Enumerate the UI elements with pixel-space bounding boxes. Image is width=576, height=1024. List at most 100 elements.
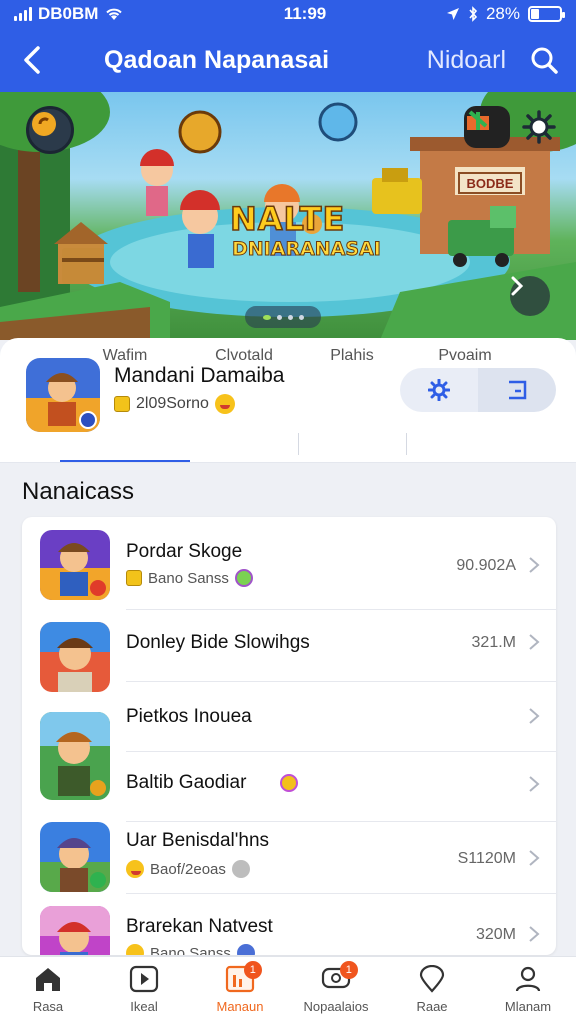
app-meta-text: 2l09Sorno xyxy=(136,395,209,412)
nav-location[interactable]: Raae xyxy=(384,957,480,1024)
banner-settings-button[interactable] xyxy=(522,110,562,150)
banner-subtitle: DNIARANASAI xyxy=(232,238,382,261)
tab-label: Pvoaim xyxy=(438,347,492,364)
carrier-label: DB0BM xyxy=(38,4,99,23)
nav-profile[interactable]: Mlanam xyxy=(480,957,576,1024)
nav-label: Manaun xyxy=(216,999,264,1014)
game-subtitle: Bano Sanss xyxy=(126,944,255,955)
badge-icon xyxy=(280,774,298,792)
list-item[interactable]: Pordar Skoge Bano Sanss 90.902A xyxy=(22,517,556,610)
header-action-link[interactable]: Nidoarl xyxy=(427,46,506,75)
chevron-right-icon xyxy=(529,634,540,650)
divider xyxy=(126,751,556,752)
nav-label: Nopaalaios xyxy=(303,999,369,1014)
search-button[interactable] xyxy=(518,34,570,86)
game-icon xyxy=(40,822,110,892)
badge-icon xyxy=(231,860,250,878)
app-share-button[interactable] xyxy=(478,368,556,412)
smile-icon xyxy=(126,860,144,878)
game-icon xyxy=(40,712,110,800)
coin-icon xyxy=(126,570,142,586)
app-settings-button[interactable] xyxy=(400,368,478,412)
list-item[interactable]: Uar Benisdal'hns Baof/2eoas S1120M xyxy=(22,822,556,894)
home-icon xyxy=(36,968,60,991)
gear-icon xyxy=(522,110,556,144)
game-list: Pordar Skoge Bano Sanss 90.902A Donley B… xyxy=(22,517,556,955)
nav-label: Raae xyxy=(416,999,448,1014)
game-subtitle: Baof/2eoas xyxy=(126,860,250,878)
user-icon xyxy=(515,966,541,992)
notification-badge: 1 xyxy=(243,961,262,979)
list-item[interactable]: Donley Bide Slowihgs 321.M xyxy=(22,610,556,692)
gift-icon xyxy=(467,110,489,130)
events-button[interactable] xyxy=(26,106,74,154)
carousel-dot[interactable] xyxy=(262,314,271,320)
nav-manage[interactable]: 1 Manaun xyxy=(192,957,288,1024)
nav-messages[interactable]: 1 Nopaalaios xyxy=(288,957,384,1024)
tab-2[interactable]: Clvotald xyxy=(190,338,298,374)
game-size: S1120M xyxy=(457,850,516,867)
location-arrow-icon xyxy=(446,8,459,20)
bottom-navigation: Rasa Ikeal 1 Manaun 1 Nopaalaios Raae Ml… xyxy=(0,956,576,1024)
game-subtitle-text: Baof/2eoas xyxy=(150,860,226,878)
play-icon xyxy=(129,965,159,993)
tab-3[interactable]: Plahis xyxy=(298,338,406,374)
nav-label: Ikeal xyxy=(130,999,158,1014)
game-size: 320M xyxy=(475,926,516,943)
chevron-right-icon xyxy=(529,926,540,942)
nav-label: Mlanam xyxy=(504,999,552,1014)
battery-icon xyxy=(528,6,565,22)
coin-icon xyxy=(114,396,130,412)
chevron-right-icon xyxy=(529,850,540,866)
app-action-group xyxy=(400,368,556,412)
rewards-button[interactable] xyxy=(464,106,510,148)
smile-icon xyxy=(126,944,144,955)
status-time: 11:99 xyxy=(283,4,327,23)
chevron-right-icon xyxy=(529,557,540,573)
game-title: Donley Bide Slowihgs xyxy=(126,632,310,653)
nav-label: Rasa xyxy=(32,999,64,1014)
nav-play[interactable]: Ikeal xyxy=(96,957,192,1024)
search-icon xyxy=(531,47,558,74)
page-title: Qadoan Napanasai xyxy=(104,45,330,74)
tab-divider xyxy=(298,433,299,455)
battery-percent: 28% xyxy=(485,4,520,23)
gear-icon xyxy=(428,379,450,401)
screen-icon xyxy=(509,380,527,400)
game-title: Pordar Skoge xyxy=(126,541,243,562)
game-size: 90.902A xyxy=(456,557,516,574)
carousel-dot[interactable] xyxy=(287,314,293,320)
nav-home[interactable]: Rasa xyxy=(0,957,96,1024)
chevron-right-icon xyxy=(529,708,540,724)
game-icon xyxy=(40,530,110,600)
banner-title: NALTE xyxy=(229,199,346,239)
badge-icon xyxy=(236,944,255,955)
hero-banner[interactable]: NALTE DNIARANASAI BODBE xyxy=(0,92,576,340)
carousel-dot[interactable] xyxy=(298,314,304,320)
app-meta: 2l09Sorno xyxy=(114,394,235,414)
divider xyxy=(0,462,576,463)
game-title: Baltib Gaodiar xyxy=(126,772,247,793)
section-title: Nanaicass xyxy=(22,478,135,505)
tab-1[interactable]: Wafim xyxy=(60,338,190,374)
shop-sign: BODBE xyxy=(458,172,522,194)
tab-divider xyxy=(406,433,407,455)
signal-icon xyxy=(14,7,32,21)
back-button[interactable] xyxy=(0,28,64,92)
game-subtitle-text: Bano Sanss xyxy=(148,569,229,587)
tab-label: Wafim xyxy=(102,347,148,364)
list-item[interactable]: Brarekan Natvest Bano Sanss 320M xyxy=(22,894,556,955)
list-item[interactable]: Pietkos Inouea Baltib Gaodiar xyxy=(22,682,556,822)
tab-4[interactable]: Pvoaim xyxy=(406,338,524,374)
wifi-icon xyxy=(106,8,123,20)
chevron-right-icon xyxy=(511,276,524,296)
notification-badge: 1 xyxy=(339,961,358,979)
badge-icon xyxy=(234,569,253,587)
game-size: 321.M xyxy=(471,634,516,651)
banner-next-button[interactable] xyxy=(510,276,550,316)
game-subtitle: Bano Sanss xyxy=(126,569,253,587)
chevron-right-icon xyxy=(529,776,540,792)
orange-orb-icon xyxy=(32,112,56,136)
carousel-dot[interactable] xyxy=(276,314,282,320)
chevron-left-icon xyxy=(24,46,40,74)
